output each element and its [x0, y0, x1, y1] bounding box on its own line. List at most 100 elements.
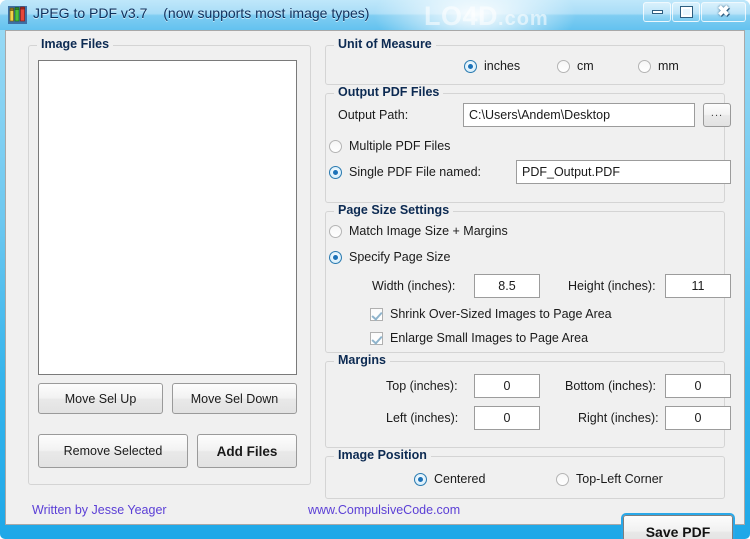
margin-right-value: 0: [694, 411, 702, 425]
page-size-settings-group-title: Page Size Settings: [334, 203, 454, 217]
width-label: Width (inches):: [372, 279, 456, 293]
app-icon: [8, 6, 27, 24]
maximize-button[interactable]: [672, 2, 700, 22]
save-pdf-label: Save PDF: [645, 523, 711, 539]
margin-top-value: 0: [503, 379, 511, 393]
image-position-group-title: Image Position: [334, 448, 431, 462]
title-bar[interactable]: LO4D.com JPEG to PDF v3.7 (now supports …: [0, 0, 750, 30]
radio-match-image-size-icon: [329, 224, 342, 238]
output-pdf-files-group-title: Output PDF Files: [334, 85, 444, 99]
margin-bottom-input[interactable]: 0: [665, 374, 731, 398]
unit-option-cm[interactable]: cm: [557, 59, 594, 73]
single-pdf-filename-input[interactable]: PDF_Output.PDF: [516, 160, 731, 184]
unit-mm-label: mm: [658, 59, 679, 73]
minimize-button[interactable]: [643, 2, 671, 22]
margin-right-label: Right (inches):: [578, 411, 659, 425]
output-option-multiple[interactable]: Multiple PDF Files: [329, 139, 450, 153]
radio-mm-icon: [638, 59, 651, 73]
page-size-option-specify[interactable]: Specify Page Size: [329, 250, 450, 264]
move-sel-down-label: Move Sel Down: [190, 391, 279, 406]
window-title-subtitle: (now supports most image types): [163, 5, 370, 21]
margin-left-input[interactable]: 0: [474, 406, 540, 430]
minimize-icon: [651, 10, 663, 14]
watermark-overlay: LO4D.com: [424, 1, 549, 30]
radio-single-pdf-icon: [329, 165, 342, 179]
radio-multiple-pdf-icon: [329, 139, 342, 153]
maximize-icon: [679, 6, 693, 18]
height-input[interactable]: 11: [665, 274, 731, 298]
unit-inches-label: inches: [484, 59, 521, 73]
radio-cm-icon: [557, 59, 570, 73]
checkbox-shrink-icon: [370, 307, 383, 321]
top-left-corner-label: Top-Left Corner: [576, 472, 663, 486]
shrink-oversized-label: Shrink Over-Sized Images to Page Area: [390, 307, 612, 321]
unit-option-inches[interactable]: inches: [464, 59, 520, 73]
shrink-oversized-checkbox[interactable]: Shrink Over-Sized Images to Page Area: [370, 307, 612, 321]
website-link[interactable]: www.CompulsiveCode.com: [308, 503, 460, 517]
checkbox-enlarge-icon: [370, 331, 383, 345]
unit-of-measure-group-title: Unit of Measure: [334, 37, 436, 51]
unit-of-measure-group: Unit of Measure inches cm mm: [325, 37, 725, 85]
window-controls: ✖: [642, 2, 746, 22]
remove-selected-label: Remove Selected: [63, 444, 163, 458]
multiple-pdf-label: Multiple PDF Files: [349, 139, 451, 153]
image-position-option-top-left[interactable]: Top-Left Corner: [556, 472, 663, 486]
image-position-option-centered[interactable]: Centered: [414, 472, 485, 486]
margins-group-title: Margins: [334, 353, 390, 367]
output-path-value: C:\Users\Andem\Desktop: [469, 108, 611, 122]
margin-left-value: 0: [503, 411, 511, 425]
radio-specify-page-size-icon: [329, 250, 342, 264]
margin-top-label: Top (inches):: [386, 379, 458, 393]
height-label: Height (inches):: [568, 279, 656, 293]
output-pdf-files-group: Output PDF Files Output Path: C:\Users\A…: [325, 85, 731, 203]
client-area: Image Files Move Sel Up Move Sel Down Re…: [5, 30, 745, 539]
application-window: LO4D.com JPEG to PDF v3.7 (now supports …: [0, 0, 750, 539]
close-icon: ✖: [717, 3, 730, 20]
output-path-label: Output Path:: [338, 108, 409, 122]
image-position-group: Image Position Centered Top-Left Corner: [325, 448, 725, 499]
enlarge-small-checkbox[interactable]: Enlarge Small Images to Page Area: [370, 331, 588, 345]
specify-page-size-label: Specify Page Size: [349, 250, 451, 264]
watermark-main: LO4D: [424, 1, 499, 30]
enlarge-small-label: Enlarge Small Images to Page Area: [390, 331, 589, 345]
window-title: JPEG to PDF v3.7 (now supports most imag…: [33, 5, 369, 21]
margin-bottom-value: 0: [694, 379, 702, 393]
unit-cm-label: cm: [577, 59, 594, 73]
output-option-single[interactable]: Single PDF File named:: [329, 165, 481, 179]
watermark-suffix: .com: [498, 8, 549, 30]
page-size-option-match[interactable]: Match Image Size + Margins: [329, 224, 508, 238]
image-files-listbox[interactable]: [38, 60, 297, 375]
close-button[interactable]: ✖: [701, 2, 746, 22]
margin-right-input[interactable]: 0: [665, 406, 731, 430]
centered-label: Centered: [434, 472, 486, 486]
radio-inches-icon: [464, 59, 477, 73]
browse-output-path-button[interactable]: ...: [703, 103, 731, 127]
width-input[interactable]: 8.5: [474, 274, 540, 298]
window-title-main: JPEG to PDF v3.7: [33, 5, 148, 21]
browse-label: ...: [710, 107, 724, 119]
width-value: 8.5: [498, 279, 516, 293]
margin-bottom-label: Bottom (inches):: [565, 379, 657, 393]
move-sel-up-button[interactable]: Move Sel Up: [38, 383, 163, 414]
single-pdf-label: Single PDF File named:: [349, 165, 482, 179]
radio-centered-icon: [414, 472, 427, 486]
margins-group: Margins Top (inches): 0 Bottom (inches):…: [325, 353, 731, 448]
image-files-group: Image Files Move Sel Up Move Sel Down Re…: [28, 37, 311, 485]
height-value: 11: [691, 279, 705, 293]
titlebar-glow: [370, 0, 580, 30]
unit-option-mm[interactable]: mm: [638, 59, 679, 73]
single-pdf-filename-value: PDF_Output.PDF: [522, 165, 620, 179]
author-credit: Written by Jesse Yeager: [32, 503, 167, 517]
add-files-label: Add Files: [216, 443, 278, 459]
radio-top-left-corner-icon: [556, 472, 569, 486]
save-pdf-button[interactable]: Save PDF: [623, 515, 733, 539]
image-files-group-title: Image Files: [37, 37, 114, 51]
margin-left-label: Left (inches):: [386, 411, 459, 425]
add-files-button[interactable]: Add Files: [197, 434, 297, 468]
margin-top-input[interactable]: 0: [474, 374, 540, 398]
move-sel-down-button[interactable]: Move Sel Down: [172, 383, 297, 414]
remove-selected-button[interactable]: Remove Selected: [38, 434, 188, 468]
output-path-input[interactable]: C:\Users\Andem\Desktop: [463, 103, 695, 127]
move-sel-up-label: Move Sel Up: [64, 391, 137, 406]
page-size-settings-group: Page Size Settings Match Image Size + Ma…: [325, 203, 731, 353]
